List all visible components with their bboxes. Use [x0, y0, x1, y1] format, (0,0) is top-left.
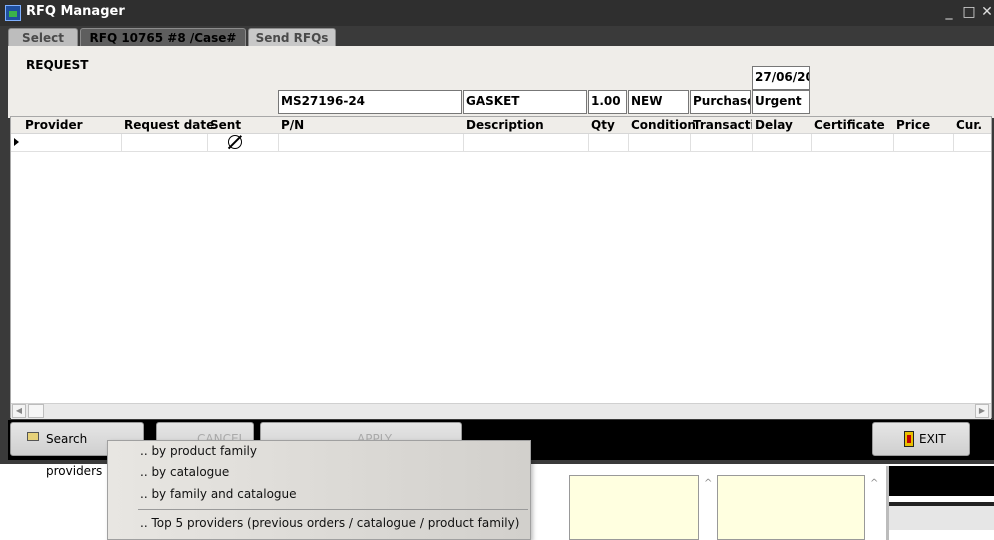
- column-header-currency[interactable]: Cur.: [956, 118, 982, 132]
- scrollbar-thumb[interactable]: [28, 404, 44, 418]
- minimize-icon[interactable]: _: [940, 3, 958, 21]
- maximize-icon[interactable]: □: [960, 3, 978, 21]
- row-pointer-icon: [14, 138, 19, 146]
- cell-divider: [752, 134, 753, 152]
- cell-divider: [893, 134, 894, 152]
- delay-field: Urgent: [752, 90, 810, 114]
- pn-field: MS27196-24: [278, 90, 462, 114]
- cell-divider: [207, 134, 208, 152]
- background-panel: [889, 506, 994, 530]
- column-header-provider[interactable]: Provider: [25, 118, 83, 132]
- notes-pane-left[interactable]: [569, 475, 699, 540]
- column-header-pn[interactable]: P/N: [281, 118, 304, 132]
- cell-divider: [463, 134, 464, 152]
- table-row[interactable]: [11, 134, 991, 152]
- tab-send-rfqs[interactable]: Send RFQs: [248, 28, 336, 48]
- app-logo-icon: [5, 5, 21, 21]
- scroll-up-icon[interactable]: ^: [704, 478, 712, 489]
- column-header-certificate[interactable]: Certificate: [814, 118, 885, 132]
- column-header-condition[interactable]: Condition: [631, 118, 696, 132]
- horizontal-scrollbar[interactable]: [11, 403, 991, 419]
- cell-divider: [690, 134, 691, 152]
- column-header-description[interactable]: Description: [466, 118, 544, 132]
- column-header-request-date[interactable]: Request date: [124, 118, 214, 132]
- providers-grid[interactable]: [10, 116, 992, 418]
- notes-pane-right[interactable]: [717, 475, 865, 540]
- exit-door-icon: [904, 431, 914, 447]
- background-panel: [889, 466, 994, 496]
- cell-divider: [121, 134, 122, 152]
- column-header-sent[interactable]: Sent: [210, 118, 241, 132]
- menu-item-top-5-providers[interactable]: .. Top 5 providers (previous orders / ca…: [140, 516, 519, 530]
- menu-separator: [138, 509, 528, 510]
- cell-divider: [811, 134, 812, 152]
- cell-divider: [953, 134, 954, 152]
- menu-item-by-family-and-catalogue[interactable]: .. by family and catalogue: [140, 487, 297, 501]
- window-title: RFQ Manager: [26, 4, 125, 19]
- description-field: GASKET: [463, 90, 587, 114]
- tab-select-rfq[interactable]: Select RFQ: [8, 28, 78, 63]
- cell-divider: [278, 134, 279, 152]
- not-sent-icon: [228, 135, 242, 149]
- close-icon[interactable]: ✕: [978, 3, 994, 21]
- exit-button[interactable]: EXIT: [872, 422, 970, 456]
- scroll-right-icon[interactable]: ▶: [975, 404, 989, 418]
- scroll-up-icon[interactable]: ^: [870, 478, 878, 489]
- providers-icon: [27, 432, 39, 441]
- tab-rfq-case[interactable]: RFQ 10765 #8 /Case# 8617: [80, 28, 246, 63]
- condition-field: NEW: [628, 90, 689, 114]
- title-bar: [0, 0, 994, 26]
- transaction-field: Purchase: [690, 90, 751, 114]
- column-header-price[interactable]: Price: [896, 118, 930, 132]
- request-heading: REQUEST: [26, 58, 89, 72]
- column-header-delay[interactable]: Delay: [755, 118, 793, 132]
- column-header-qty[interactable]: Qty: [591, 118, 615, 132]
- cell-divider: [588, 134, 589, 152]
- menu-item-by-catalogue[interactable]: .. by catalogue: [140, 465, 229, 479]
- exit-label: EXIT: [919, 432, 946, 446]
- column-header-transaction[interactable]: Transactic: [693, 118, 752, 132]
- request-date-field: 27/06/20: [752, 66, 810, 90]
- cell-divider: [628, 134, 629, 152]
- scroll-left-icon[interactable]: ◀: [12, 404, 26, 418]
- menu-item-by-product-family[interactable]: .. by product family: [140, 444, 257, 458]
- qty-field: 1.00: [588, 90, 627, 114]
